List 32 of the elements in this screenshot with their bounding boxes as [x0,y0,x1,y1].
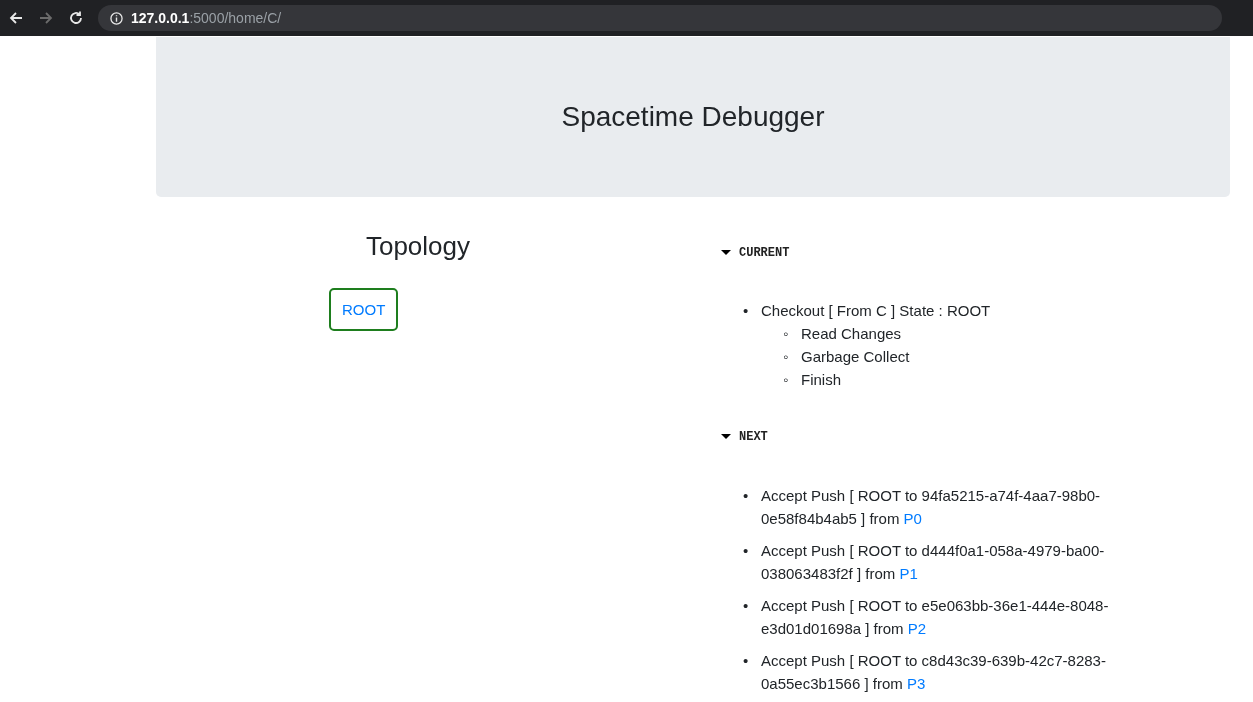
back-icon[interactable] [8,10,24,26]
list-item-text: Checkout [ From C ] State : ROOT [761,302,991,319]
list-item-text: Accept Push [ ROOT to e5e063bb-36e1-444e-8048-e3d01d01698a ] from P2 [761,597,1109,637]
list-item-text: Accept Push [ ROOT to c8d43c39-639b-42c7-8283-0a55ec3b1566 ] from P3 [761,652,1106,692]
list-item-text: Read Changes [801,325,902,342]
peer-link[interactable]: P0 [903,510,922,527]
bullet: • [743,596,749,616]
page-title: Spacetime Debugger [561,101,825,133]
list-item-text: Accept Push [ ROOT to d444f0a1-058a-4979-ba00-038063483f2f ] from P1 [761,542,1105,582]
bullet: • [743,541,749,561]
peer-link[interactable]: P2 [907,620,927,637]
section-toggle[interactable]: CURRENT [721,246,790,260]
bullet: • [743,651,749,671]
disclosure-triangle-icon [721,250,731,256]
peer-link[interactable]: P1 [899,565,918,582]
info-icon[interactable] [110,11,123,25]
bullet: ◦ [783,324,789,344]
address-bar[interactable]: 127.0.0.1:5000/home/C/ [98,5,1222,31]
bullet: ◦ [783,347,789,367]
reload-icon[interactable] [68,10,84,26]
bullet: • [743,486,749,506]
bullet: ◦ [783,370,789,390]
list-item-text: Garbage Collect [801,348,910,365]
topology-node[interactable]: ROOT [329,288,399,331]
list-item-text: Accept Push [ ROOT to 94fa5215-a74f-4aa7-98b0-0e58f84b4ab5 ] from P0 [761,487,1101,527]
section-toggle[interactable]: NEXT [721,430,768,444]
disclosure-triangle-icon [721,434,731,440]
peer-link[interactable]: P3 [906,675,926,692]
url-text: 127.0.0.1:5000/home/C/ [131,10,282,26]
topology-title: Topology [365,231,471,262]
list-item-text: Finish [801,371,841,388]
bullet: • [743,301,749,321]
